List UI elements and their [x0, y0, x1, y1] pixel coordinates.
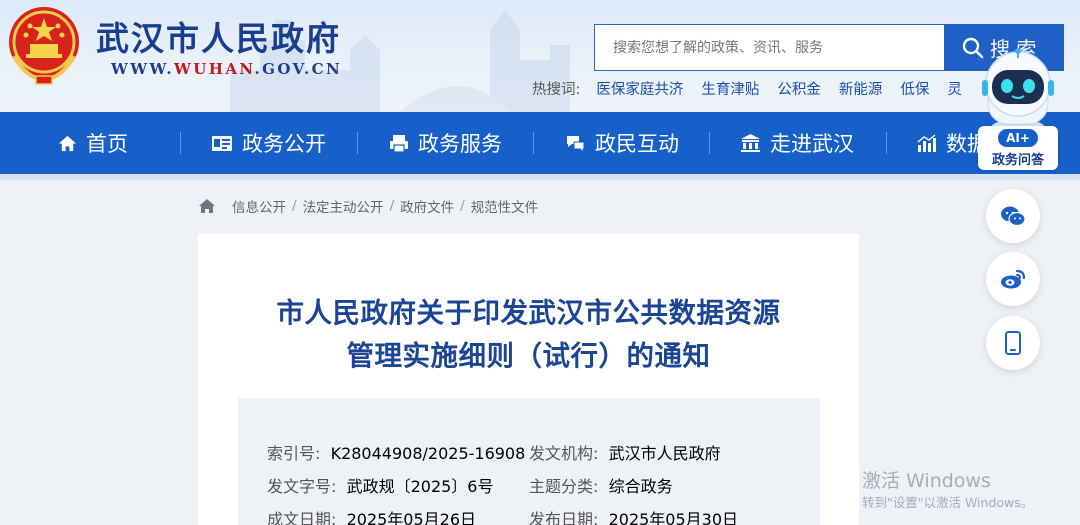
nav-item-label: 政民互动: [595, 132, 679, 156]
meta-value: 武汉市人民政府: [608, 444, 721, 463]
hot-search-label: 热搜词:: [532, 82, 581, 98]
meta-value: 综合政务: [608, 477, 673, 496]
meta-key: 成文日期:: [267, 510, 337, 525]
site-url-prefix: WWW.: [111, 60, 175, 78]
breadcrumb-item[interactable]: 法定主动公开: [303, 196, 384, 216]
nav-item-label: 政务公开: [242, 132, 326, 156]
wechat-share-button[interactable]: [986, 189, 1040, 243]
ai-badge: AI+: [998, 129, 1038, 147]
meta-topic: 主题分类: 综合政务: [529, 473, 673, 497]
search-input[interactable]: [595, 25, 945, 70]
meta-value: 2025年05月26日: [346, 510, 477, 525]
weibo-share-button[interactable]: [986, 252, 1040, 306]
site-header: 武汉市人民政府 WWW.WUHAN.GOV.CN 搜 索 热搜词: 医保家庭共济…: [0, 0, 1080, 112]
meta-key: 发布日期:: [529, 510, 599, 525]
site-url-brand: WUHAN: [174, 60, 255, 78]
wechat-icon: [1001, 206, 1026, 227]
meta-key: 发文机构:: [529, 444, 599, 463]
nav-sub-bar: [0, 174, 1080, 180]
hot-search-list: 热搜词: 医保家庭共济 生育津贴 公积金 新能源 低保 灵: [532, 78, 962, 99]
nav-divider: [180, 132, 181, 154]
ai-assistant-label: 政务问答: [991, 153, 1044, 168]
ai-assistant-card: AI+ 政务问答: [978, 126, 1058, 170]
home-icon[interactable]: [198, 198, 216, 214]
hot-search-item[interactable]: 新能源: [839, 78, 883, 99]
home-icon: [58, 135, 77, 151]
id-card-icon: [212, 135, 232, 151]
meta-date: 成文日期: 2025年05月26日: [267, 506, 476, 525]
nav-divider: [709, 132, 710, 154]
nav-divider: [357, 132, 358, 154]
hot-search-item[interactable]: 生育津贴: [701, 78, 759, 99]
printer-icon: [390, 134, 408, 153]
main-nav: 首页 政务公开 政务服务 政民互动 走进武汉 数据: [0, 112, 1080, 174]
meta-value: 武政规〔2025〕6号: [346, 477, 494, 496]
site-title[interactable]: 武汉市人民政府: [96, 12, 341, 60]
site-url-suffix: .GOV.CN: [254, 60, 343, 78]
windows-activation-hint: 转到"设置"以激活 Windows。: [862, 495, 1034, 510]
mobile-phone-icon: [1005, 331, 1021, 355]
breadcrumb-separator: /: [460, 198, 465, 214]
nav-divider: [886, 132, 887, 154]
chat-icon: [567, 135, 585, 153]
hot-search-item[interactable]: 公积金: [777, 78, 821, 99]
article-title: 市人民政府关于印发武汉市公共数据资源 管理实施细则（试行）的通知: [198, 292, 859, 378]
chart-icon: [917, 133, 936, 152]
breadcrumb-separator: /: [292, 198, 297, 214]
windows-activation-watermark: 激活 Windows: [862, 470, 991, 492]
article-card: 市人民政府关于印发武汉市公共数据资源 管理实施细则（试行）的通知 索引号: K2…: [198, 234, 859, 525]
robot-icon: [982, 48, 1054, 132]
nav-divider: [533, 132, 534, 154]
mobile-version-button[interactable]: [986, 316, 1040, 370]
breadcrumb: 信息公开 / 法定主动公开 / 政府文件 / 规范性文件: [198, 196, 538, 216]
meta-key: 主题分类:: [529, 477, 599, 496]
meta-value: 2025年05月30日: [608, 510, 739, 525]
nav-item-label: 走进武汉: [770, 132, 854, 156]
meta-index: 索引号: K28044908/2025-16908: [267, 440, 525, 464]
meta-pub-date: 发布日期: 2025年05月30日: [529, 506, 738, 525]
meta-doc-no: 发文字号: 武政规〔2025〕6号: [267, 473, 493, 497]
meta-org: 发文机构: 武汉市人民政府: [529, 440, 721, 464]
meta-key: 发文字号:: [267, 477, 337, 496]
hot-search-item[interactable]: 医保家庭共济: [596, 78, 683, 99]
breadcrumb-item[interactable]: 规范性文件: [471, 196, 539, 216]
ai-assistant-button[interactable]: AI+ 政务问答: [970, 44, 1066, 172]
nav-item-home[interactable]: 首页: [58, 112, 128, 174]
nav-item-interaction[interactable]: 政民互动: [565, 112, 679, 174]
site-url[interactable]: WWW.WUHAN.GOV.CN: [111, 60, 342, 78]
nav-item-label: 政务服务: [418, 132, 502, 156]
weibo-icon: [1001, 269, 1026, 289]
breadcrumb-item[interactable]: 信息公开: [232, 196, 286, 216]
breadcrumb-item[interactable]: 政府文件: [400, 196, 454, 216]
hot-search-item[interactable]: 低保: [900, 78, 929, 99]
nav-item-gov-service[interactable]: 政务服务: [389, 112, 502, 174]
building-icon: [741, 134, 760, 152]
search-box: [594, 24, 945, 71]
nav-item-about-wuhan[interactable]: 走进武汉: [740, 112, 854, 174]
nav-item-label: 首页: [86, 132, 128, 156]
hot-search-item[interactable]: 灵: [947, 78, 962, 99]
meta-value: K28044908/2025-16908: [330, 444, 526, 463]
meta-key: 索引号:: [267, 444, 321, 463]
article-meta-table: 索引号: K28044908/2025-16908 发文机构: 武汉市人民政府 …: [238, 398, 820, 525]
article-title-line: 管理实施细则（试行）的通知: [346, 340, 711, 372]
nav-item-gov-info[interactable]: 政务公开: [211, 112, 326, 174]
breadcrumb-separator: /: [389, 198, 395, 214]
article-title-line: 市人民政府关于印发武汉市公共数据资源: [276, 297, 781, 329]
national-emblem-icon: [9, 7, 79, 85]
